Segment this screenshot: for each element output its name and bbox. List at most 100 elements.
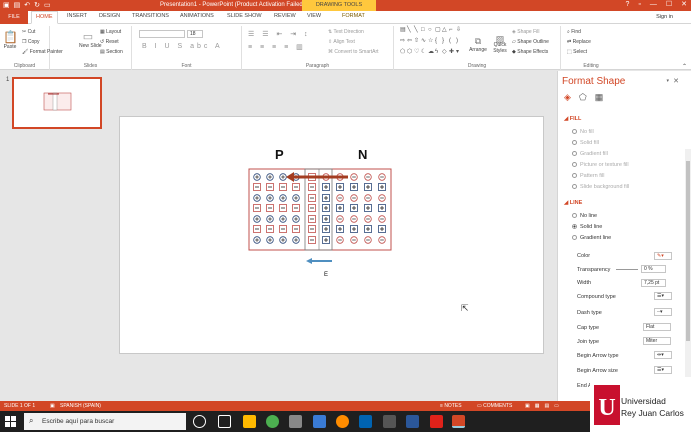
list-buttons[interactable]: ☰ ☰ ⇤ ⇥ ↕: [248, 30, 311, 38]
fill-option-gradient[interactable]: Gradient fill: [572, 151, 608, 157]
shape-cross-icon[interactable]: ✚: [449, 49, 455, 59]
shape-outline-button[interactable]: ▱ Shape Outline: [512, 39, 549, 45]
font-size-select[interactable]: 18: [187, 30, 203, 38]
convert-smartart-button[interactable]: ⌘ Convert to SmartArt: [328, 49, 379, 55]
fill-line-icon[interactable]: ◈: [564, 92, 571, 103]
undo-icon[interactable]: ↶: [24, 1, 30, 10]
tab-animations[interactable]: ANIMATIONS: [180, 13, 214, 19]
help-icon[interactable]: ?: [625, 0, 629, 10]
reset-button[interactable]: ↺ Reset: [100, 39, 119, 45]
shape-brace-icon[interactable]: {: [435, 38, 441, 48]
tab-view[interactable]: VIEW: [307, 13, 321, 19]
shape-cloud-icon[interactable]: ☁: [428, 49, 434, 59]
shape-brace2-icon[interactable]: }: [442, 38, 448, 48]
line-section-header[interactable]: ◢ LINE: [564, 200, 582, 206]
shape-diamond-icon[interactable]: ◇: [442, 49, 448, 59]
powerpoint-taskbar-icon[interactable]: [452, 415, 465, 428]
shape-fill-button[interactable]: ◈ Shape Fill: [512, 29, 539, 35]
minimize-icon[interactable]: —: [650, 0, 657, 10]
width-input[interactable]: 7,25 pt: [641, 279, 666, 287]
shapes-gallery[interactable]: ▤ ╲ ╲ □ ○ ▢ △ ⌐ ⇩ ⇨ ⇦ ⇧ ∿ ☆{}() ⬠ ⬡ ♡ ☾ ☁ ϟ ◇ ✚ ▾: [400, 27, 462, 59]
fill-option-solid[interactable]: Solid fill: [572, 140, 599, 146]
tab-design[interactable]: DESIGN: [99, 13, 120, 19]
shape-heart-icon[interactable]: ♡: [414, 49, 420, 59]
tab-slide-show[interactable]: SLIDE SHOW: [227, 13, 262, 19]
dash-type-select[interactable]: ┄▾: [654, 308, 672, 316]
font-family-select[interactable]: [139, 30, 185, 38]
quick-styles-button[interactable]: ▨ Quick Styles: [491, 35, 509, 55]
select-button[interactable]: ⬚ Select: [567, 49, 587, 55]
tab-format[interactable]: FORMAT: [342, 13, 365, 19]
language-indicator[interactable]: SPANISH (SPAIN): [60, 403, 101, 409]
new-slide-button[interactable]: ▭ New Slide: [79, 30, 102, 49]
sign-in-link[interactable]: Sign in: [656, 14, 673, 20]
close-pane-icon[interactable]: ✕: [673, 77, 679, 85]
redo-icon[interactable]: ↻: [34, 1, 40, 10]
shape-corner-icon[interactable]: ⌐: [449, 27, 455, 37]
fill-option-slide-bg[interactable]: Slide background fill: [572, 184, 629, 190]
shape-triangle-icon[interactable]: △: [442, 27, 448, 37]
fill-option-no-fill[interactable]: No fill: [572, 129, 594, 135]
transparency-slider[interactable]: [616, 269, 638, 270]
align-text-button[interactable]: ⇳ Align Text: [328, 39, 355, 45]
shape-star-icon[interactable]: ☆: [428, 38, 434, 48]
slide[interactable]: P N E ⇱: [119, 116, 544, 354]
tab-home[interactable]: HOME: [31, 11, 58, 24]
shape-line2-icon[interactable]: ╲: [414, 27, 420, 37]
fill-option-pattern[interactable]: Pattern fill: [572, 173, 604, 179]
shape-hex-icon[interactable]: ⬡: [407, 49, 413, 59]
cap-type-select[interactable]: Flat: [643, 323, 671, 331]
layout-button[interactable]: ▦ Layout: [100, 29, 121, 35]
tab-file[interactable]: FILE: [0, 11, 28, 24]
view-buttons[interactable]: ▣▦▤▭: [525, 403, 564, 409]
present-icon[interactable]: ▭: [44, 1, 51, 10]
tab-insert[interactable]: INSERT: [67, 13, 87, 19]
shape-bracket-icon[interactable]: (: [449, 38, 455, 48]
shape-bracket2-icon[interactable]: ): [456, 38, 462, 48]
collapse-ribbon-icon[interactable]: ⌃: [682, 63, 687, 70]
slide-thumbnail[interactable]: [12, 77, 102, 129]
shape-arrow-icon[interactable]: ⇩: [456, 27, 462, 37]
paste-button[interactable]: 📋 Paste: [3, 30, 18, 50]
shape-rect-icon[interactable]: □: [421, 27, 427, 37]
firefox-icon[interactable]: [336, 415, 349, 428]
n-region-label[interactable]: N: [358, 147, 367, 162]
transparency-input[interactable]: 0 %: [641, 265, 666, 273]
maximize-icon[interactable]: ☐: [666, 0, 672, 10]
cortana-icon[interactable]: [193, 415, 206, 428]
begin-arrow-type-select[interactable]: ⇹▾: [654, 351, 672, 359]
find-button[interactable]: ⌕ Find: [567, 29, 581, 35]
tab-review[interactable]: REVIEW: [274, 13, 296, 19]
app-icon[interactable]: [313, 415, 326, 428]
replace-button[interactable]: ⇄ Replace: [567, 39, 591, 45]
file-explorer-icon[interactable]: [243, 415, 256, 428]
p-region-label[interactable]: P: [275, 147, 284, 162]
save-icon[interactable]: ▤: [14, 1, 21, 10]
task-view-icon[interactable]: [218, 415, 231, 428]
shape-curve-icon[interactable]: ∿: [421, 38, 427, 48]
edge-icon[interactable]: [359, 415, 372, 428]
windows-start-icon[interactable]: [5, 416, 16, 427]
line-color-picker[interactable]: ✎▾: [654, 252, 672, 260]
section-button[interactable]: ▤ Section: [100, 49, 123, 55]
shape-round-rect-icon[interactable]: ▢: [435, 27, 441, 37]
shape-left-arrow-icon[interactable]: ⇦: [407, 38, 413, 48]
shape-effects-button[interactable]: ◆ Shape Effects: [512, 49, 548, 55]
line-option-solid[interactable]: Solid line: [572, 224, 602, 230]
pn-junction-diagram[interactable]: [248, 168, 394, 266]
pane-scrollbar-thumb[interactable]: [686, 161, 690, 341]
word-icon[interactable]: [406, 415, 419, 428]
acrobat-icon[interactable]: [430, 415, 443, 428]
join-type-select[interactable]: Miter: [643, 337, 671, 345]
shape-line-icon[interactable]: ╲: [407, 27, 413, 37]
text-direction-button[interactable]: ⇅ Text Direction: [328, 29, 364, 35]
shape-lightning-icon[interactable]: ϟ: [435, 49, 441, 59]
align-buttons[interactable]: ≡ ≡ ≡ ≡ ▥: [248, 43, 306, 51]
tab-transitions[interactable]: TRANSITIONS: [132, 13, 169, 19]
proofing-icon[interactable]: ▣: [50, 403, 55, 409]
shape-more-icon[interactable]: ▾: [456, 49, 462, 59]
font-format-buttons[interactable]: B I U S abc A: [142, 43, 223, 50]
restore-ribbon-icon[interactable]: ▫: [638, 0, 640, 10]
shape-up-arrow-icon[interactable]: ⇧: [414, 38, 420, 48]
line-option-no-line[interactable]: No line: [572, 213, 597, 219]
